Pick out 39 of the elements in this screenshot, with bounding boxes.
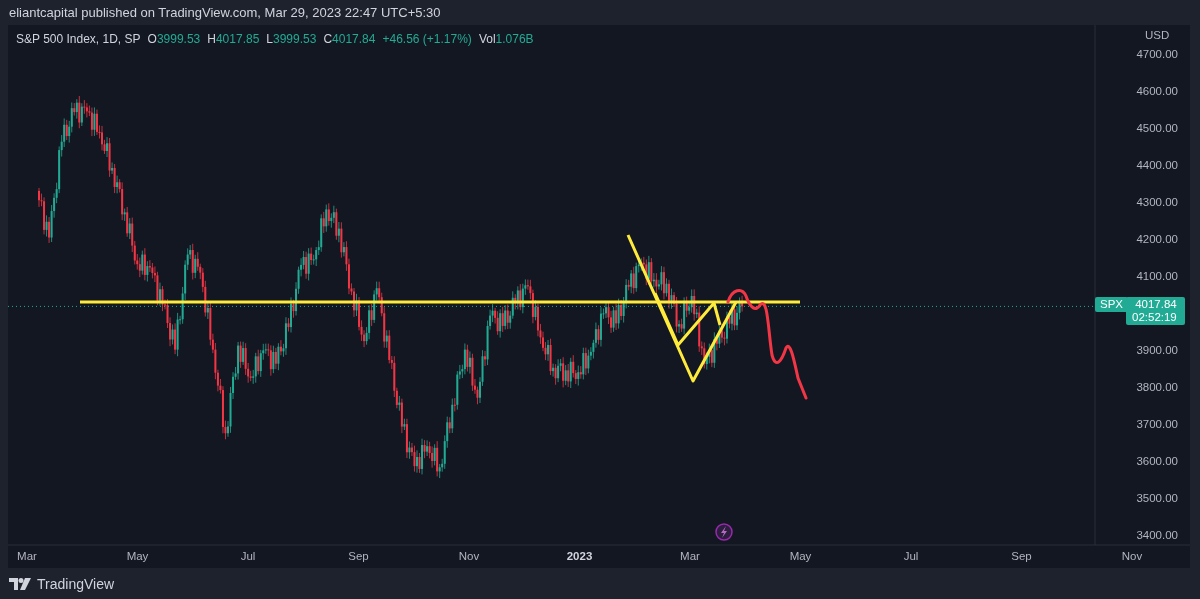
price-tick: 4400.00 (1136, 159, 1178, 171)
price-tick: 4300.00 (1136, 196, 1178, 208)
price-tick: 3400.00 (1136, 529, 1178, 541)
time-tick: Nov (458, 550, 480, 562)
price-tick: 4200.00 (1136, 233, 1178, 245)
time-tick: Nov (1121, 550, 1143, 562)
symbol-tag: SPX (1095, 297, 1128, 312)
time-tick: Sep (1011, 550, 1032, 562)
time-tick: Jul (240, 550, 256, 562)
ohlc-value: L3999.53 (266, 32, 317, 46)
time-tick: Sep (348, 550, 369, 562)
price-tick: 4500.00 (1136, 122, 1178, 134)
countdown-label: 02:52:19 (1132, 311, 1177, 324)
ohlc-value: C4017.84 (323, 32, 376, 46)
ohlc-value: O3999.53 (147, 32, 201, 46)
time-tick: Mar (17, 550, 37, 562)
logo-icon (9, 577, 31, 590)
price-tick: 3500.00 (1136, 492, 1178, 504)
time-tick: May (126, 550, 149, 562)
lightning-icon (715, 523, 733, 541)
time-tick: 2023 (566, 550, 593, 562)
price-tick: 4100.00 (1136, 270, 1178, 282)
price-tick: 3600.00 (1136, 455, 1178, 467)
last-price-label: 4017.84 (1135, 298, 1177, 311)
time-tick: Jul (903, 550, 919, 562)
price-tick: 4700.00 (1136, 48, 1178, 60)
change-value: +46.56 (+1.17%) (382, 32, 472, 46)
brand-name: TradingView (37, 575, 115, 592)
symbol-title: S&P 500 Index, 1D, SP (16, 32, 141, 46)
currency-label: USD (1145, 29, 1170, 41)
attribution-text: eliantcapital published on TradingView.com, Mar 29, 2023 22:47 UTC+5:30 (9, 5, 441, 20)
volume-value: Vol1.076B (478, 32, 534, 46)
price-tick: 4600.00 (1136, 85, 1178, 97)
price-tick: 3800.00 (1136, 381, 1178, 393)
time-tick: May (789, 550, 812, 562)
price-tick: 3900.00 (1136, 344, 1178, 356)
time-tick: Mar (680, 550, 700, 562)
price-tick: 3700.00 (1136, 418, 1178, 430)
ohlc-value: H4017.85 (207, 32, 260, 46)
